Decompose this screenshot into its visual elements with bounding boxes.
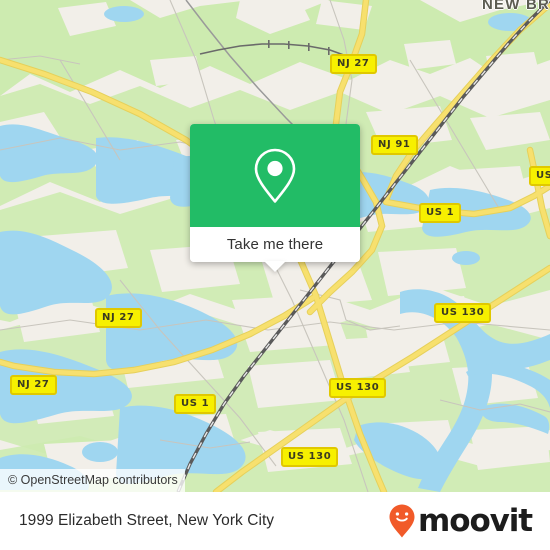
shield-us-1-bottom[interactable]: US 1	[174, 394, 217, 414]
shield-nj-27-left[interactable]: NJ 27	[10, 375, 57, 395]
shield-us-130-lower[interactable]: US 130	[281, 447, 339, 467]
shield-nj-27-top[interactable]: NJ 27	[330, 54, 377, 74]
moovit-smiley-pin-icon	[389, 504, 415, 538]
shield-us-130-mid[interactable]: US 130	[329, 378, 387, 398]
map-pin-icon	[254, 148, 296, 203]
place-label-new-brunswick: NEW BR	[482, 0, 550, 13]
moovit-wordmark: moovit	[418, 502, 533, 539]
moovit-brand[interactable]: moovit	[388, 502, 533, 539]
shield-nj-27-mid[interactable]: NJ 27	[95, 308, 142, 328]
moovit-map-screen: NEW BR NJ 27 NJ 91 US 1 US US 130 NJ 27 …	[0, 0, 550, 550]
shield-nj-91[interactable]: NJ 91	[371, 135, 418, 155]
address-label: 1999 Elizabeth Street, New York City	[19, 512, 275, 529]
map-canvas[interactable]: NEW BR NJ 27 NJ 91 US 1 US US 130 NJ 27 …	[0, 0, 550, 492]
footer-bar: 1999 Elizabeth Street, New York City moo…	[0, 492, 550, 550]
popup-pointer-tail	[264, 261, 286, 272]
shield-us-130-upper[interactable]: US 130	[434, 303, 492, 323]
osm-attribution[interactable]: © OpenStreetMap contributors	[0, 469, 185, 492]
popup-icon-panel	[190, 124, 360, 227]
shield-us-right-edge[interactable]: US	[529, 166, 550, 186]
take-me-there-label: Take me there	[226, 236, 324, 253]
shield-us-1-right[interactable]: US 1	[419, 203, 462, 223]
popup-action-panel[interactable]: Take me there	[190, 227, 360, 262]
location-popup-card[interactable]: Take me there	[190, 124, 360, 272]
